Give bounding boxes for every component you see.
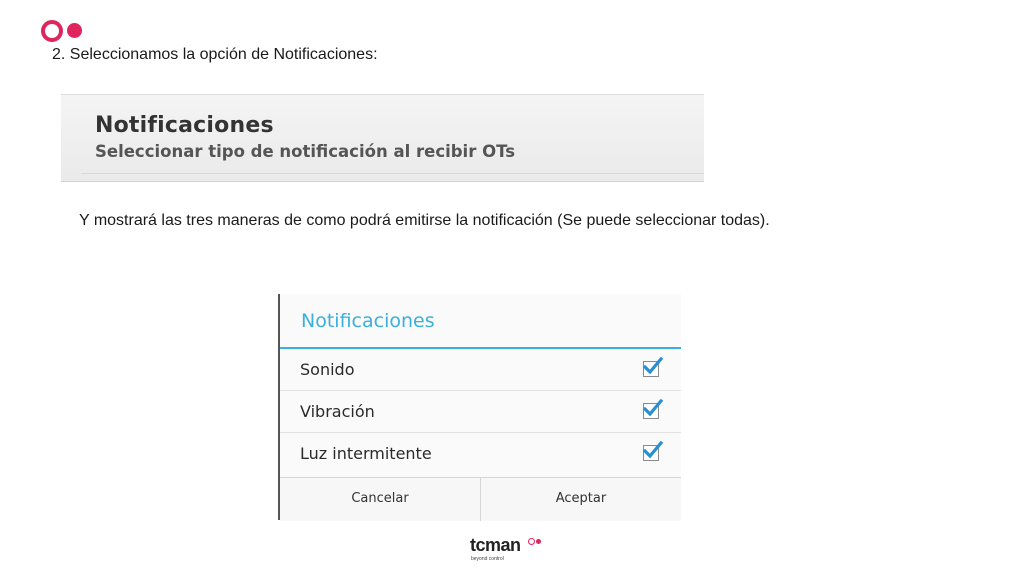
- option-row-luz-intermitente[interactable]: Luz intermitente: [280, 433, 681, 475]
- explanation-text: Y mostrará las tres maneras de como podr…: [79, 212, 770, 229]
- option-label: Sonido: [300, 360, 355, 379]
- dialog-title: Notificaciones: [301, 310, 435, 332]
- option-label: Vibración: [300, 402, 375, 421]
- preference-divider: [81, 173, 704, 174]
- footer-logo: tcman beyond control: [470, 535, 550, 565]
- accept-button[interactable]: Aceptar: [480, 478, 681, 521]
- cancel-button[interactable]: Cancelar: [280, 478, 480, 521]
- notifications-dialog: Notificaciones Sonido Vibración Luz inte…: [278, 294, 681, 521]
- preference-title: Notificaciones: [95, 113, 274, 138]
- checkbox-sonido[interactable]: [642, 356, 664, 377]
- checkmark-icon: [642, 440, 664, 459]
- footer-ring-icon: [528, 538, 535, 545]
- option-row-sonido[interactable]: Sonido: [280, 349, 681, 391]
- brand-ring-shape: [41, 20, 63, 42]
- footer-tagline: beyond control: [471, 556, 504, 562]
- footer-dot-icon: [536, 539, 541, 544]
- notifications-preference-screenshot: Notificaciones Seleccionar tipo de notif…: [61, 94, 704, 182]
- option-row-vibracion[interactable]: Vibración: [280, 391, 681, 433]
- brand-logo-icon: [41, 18, 87, 44]
- preference-summary: Seleccionar tipo de notificación al reci…: [95, 142, 516, 161]
- checkbox-luz-intermitente[interactable]: [642, 440, 664, 461]
- footer-wordmark: tcman: [470, 535, 521, 555]
- dialog-button-bar: Cancelar Aceptar: [280, 477, 681, 521]
- checkbox-vibracion[interactable]: [642, 398, 664, 419]
- checkmark-icon: [642, 356, 664, 375]
- brand-dot-shape: [67, 23, 82, 38]
- checkmark-icon: [642, 398, 664, 417]
- step-heading: 2. Seleccionamos la opción de Notificaci…: [52, 46, 378, 63]
- option-label: Luz intermitente: [300, 444, 432, 463]
